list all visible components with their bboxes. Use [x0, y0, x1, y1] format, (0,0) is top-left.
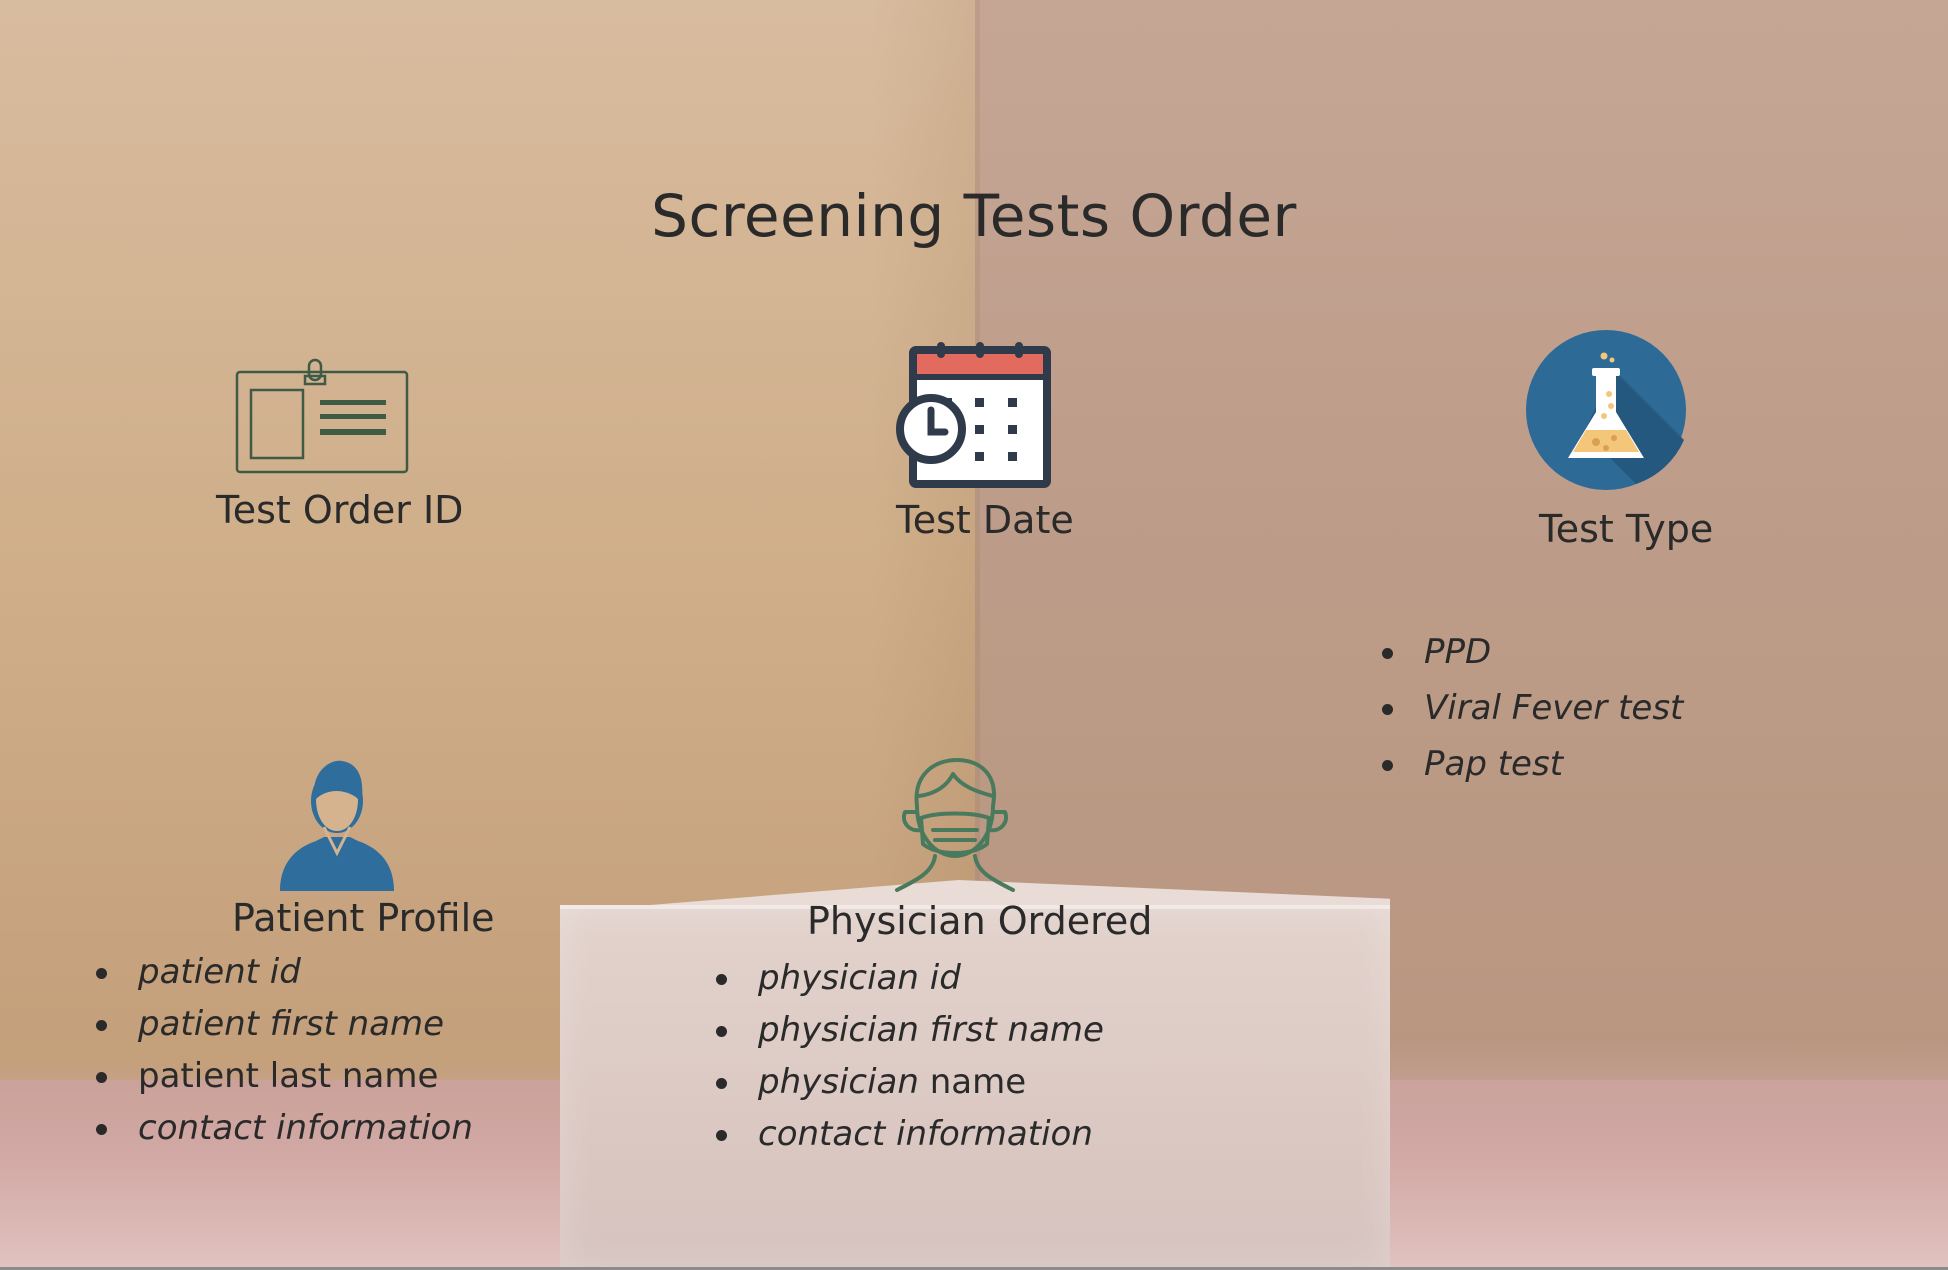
- test-date-label: Test Date: [896, 498, 1074, 542]
- test-type-list: PPD Viral Fever test Pap test: [1382, 626, 1683, 790]
- list-item: PPD: [1382, 626, 1683, 678]
- calendar-clock-icon: [896, 342, 1051, 488]
- list-item: Viral Fever test: [1382, 682, 1683, 734]
- lab-flask-icon: [1526, 330, 1686, 490]
- list-item: physician first name: [716, 1004, 1104, 1056]
- test-type-label: Test Type: [1539, 507, 1714, 551]
- patient-profile-list: patient id patient first name patient la…: [96, 946, 473, 1154]
- page-title: Screening Tests Order: [651, 182, 1297, 250]
- list-item: patient last name: [96, 1050, 473, 1102]
- physician-ordered-label: Physician Ordered: [807, 899, 1153, 943]
- test-order-id-label: Test Order ID: [216, 488, 464, 532]
- id-card-icon: [235, 358, 409, 474]
- list-item: contact information: [96, 1102, 473, 1154]
- list-item: physician name: [716, 1056, 1104, 1108]
- list-item: physician id: [716, 952, 1104, 1004]
- list-item: patient first name: [96, 998, 473, 1050]
- masked-physician-icon: [895, 758, 1015, 892]
- patient-profile-label: Patient Profile: [232, 896, 495, 940]
- physician-ordered-list: physician id physician first name physic…: [716, 952, 1104, 1160]
- patient-person-icon: [280, 760, 394, 891]
- physician-word: physician: [758, 1062, 919, 1102]
- name-word: name: [929, 1062, 1027, 1102]
- list-item: Pap test: [1382, 738, 1683, 790]
- list-item: contact information: [716, 1108, 1104, 1160]
- list-item: patient id: [96, 946, 473, 998]
